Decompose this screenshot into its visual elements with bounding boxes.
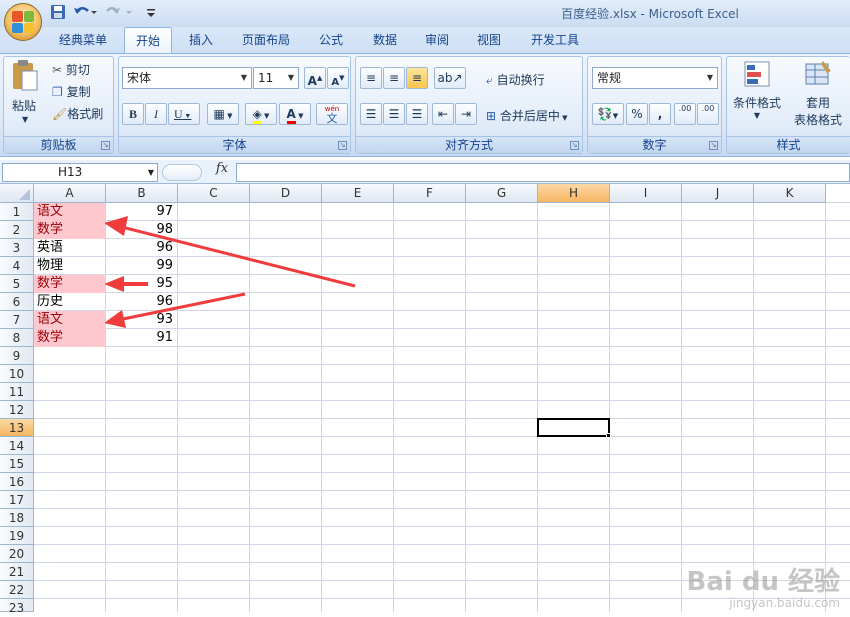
row-header-19[interactable]: 19: [0, 527, 34, 545]
watermark: Bai du 经验 jingyan.baidu.com: [687, 568, 841, 610]
cell-b8[interactable]: 91: [106, 329, 177, 347]
cell-a6[interactable]: 历史: [34, 293, 105, 311]
row-header-7[interactable]: 7: [0, 311, 34, 329]
cell-a7[interactable]: 语文: [34, 311, 105, 329]
row-header-10[interactable]: 10: [0, 365, 34, 383]
column-header-b[interactable]: B: [106, 184, 178, 203]
column-header-a[interactable]: A: [34, 184, 106, 203]
row-header-4[interactable]: 4: [0, 257, 34, 275]
row-header-15[interactable]: 15: [0, 455, 34, 473]
cell-a4[interactable]: 物理: [34, 257, 105, 275]
row-header-16[interactable]: 16: [0, 473, 34, 491]
cell-a1[interactable]: 语文: [34, 203, 105, 221]
watermark-brand: Bai du 经验: [686, 567, 841, 597]
column-header-i[interactable]: I: [610, 184, 682, 203]
row-header-11[interactable]: 11: [0, 383, 34, 401]
cell-b5[interactable]: 95: [106, 275, 177, 293]
row-header-3[interactable]: 3: [0, 239, 34, 257]
cell-a2[interactable]: 数学: [34, 221, 105, 239]
row-header-13[interactable]: 13: [0, 419, 34, 437]
cell-b3[interactable]: 96: [106, 239, 177, 257]
row-header-18[interactable]: 18: [0, 509, 34, 527]
watermark-url: jingyan.baidu.com: [729, 596, 840, 610]
cell-b7[interactable]: 93: [106, 311, 177, 329]
column-header-c[interactable]: C: [178, 184, 250, 203]
column-header-j[interactable]: J: [682, 184, 754, 203]
office-logo-icon: [12, 11, 34, 33]
row-header-9[interactable]: 9: [0, 347, 34, 365]
row-header-22[interactable]: 22: [0, 581, 34, 599]
row-header-6[interactable]: 6: [0, 293, 34, 311]
cell-a3[interactable]: 英语: [34, 239, 105, 257]
column-header-e[interactable]: E: [322, 184, 394, 203]
cell-a5[interactable]: 数学: [34, 275, 105, 293]
cell-b2[interactable]: 98: [106, 221, 177, 239]
cell-a8[interactable]: 数学: [34, 329, 105, 347]
row-header-20[interactable]: 20: [0, 545, 34, 563]
row-header-2[interactable]: 2: [0, 221, 34, 239]
column-header-g[interactable]: G: [466, 184, 538, 203]
row-header-5[interactable]: 5: [0, 275, 34, 293]
office-button[interactable]: [4, 3, 42, 41]
row-header-14[interactable]: 14: [0, 437, 34, 455]
row-header-1[interactable]: 1: [0, 203, 34, 221]
column-header-h[interactable]: H: [538, 184, 610, 203]
cell-b4[interactable]: 99: [106, 257, 177, 275]
cell-b1[interactable]: 97: [106, 203, 177, 221]
column-header-k[interactable]: K: [754, 184, 826, 203]
column-header-f[interactable]: F: [394, 184, 466, 203]
cell-b6[interactable]: 96: [106, 293, 177, 311]
column-header-d[interactable]: D: [250, 184, 322, 203]
row-header-12[interactable]: 12: [0, 401, 34, 419]
row-header-23[interactable]: 23: [0, 599, 34, 615]
row-header-21[interactable]: 21: [0, 563, 34, 581]
row-header-17[interactable]: 17: [0, 491, 34, 509]
row-header-8[interactable]: 8: [0, 329, 34, 347]
